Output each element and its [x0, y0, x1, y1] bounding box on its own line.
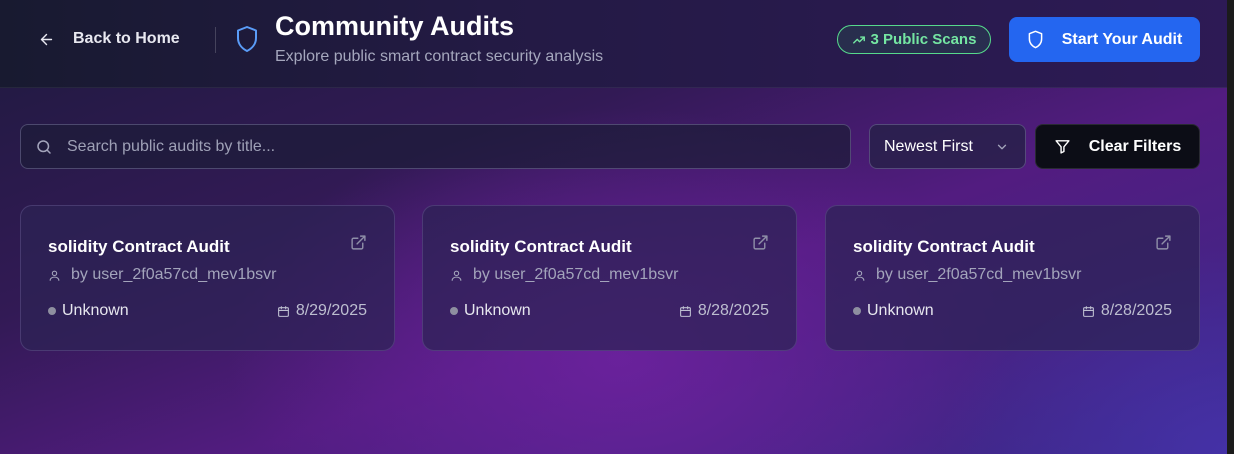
audit-card-author-text: by user_2f0a57cd_mev1bsvr: [71, 266, 277, 283]
audit-card-date-text: 8/28/2025: [1100, 302, 1172, 319]
calendar-icon: [277, 305, 289, 317]
audit-card-title: solidity Contract Audit: [853, 237, 1035, 256]
status-badge: Unknown: [853, 302, 934, 320]
sort-selected-value: Newest First: [884, 137, 973, 155]
external-link-icon[interactable]: [1155, 234, 1172, 251]
audit-card-title: solidity Contract Audit: [48, 237, 230, 256]
back-to-home-label: Back to Home: [73, 30, 180, 47]
audit-card-author: by user_2f0a57cd_mev1bsvr: [450, 266, 678, 284]
status-dot: [450, 307, 458, 315]
audit-card[interactable]: solidity Contract Audit by user_2f0a57cd…: [422, 205, 797, 351]
status-dot: [48, 307, 56, 315]
public-scans-count: 3 Public Scans: [870, 31, 977, 48]
status-dot: [853, 307, 861, 315]
window-edge: [1227, 0, 1234, 454]
external-link-icon[interactable]: [752, 234, 769, 251]
search-input[interactable]: [67, 137, 807, 156]
calendar-icon: [679, 305, 691, 317]
status-badge: Unknown: [450, 302, 531, 320]
chevron-down-icon: [997, 144, 1007, 149]
public-scans-badge: 3 Public Scans: [837, 25, 991, 54]
back-to-home-link[interactable]: Back to Home: [38, 26, 180, 52]
arrow-left-icon: [40, 33, 53, 45]
audit-card-author: by user_2f0a57cd_mev1bsvr: [48, 266, 276, 284]
audit-card[interactable]: solidity Contract Audit by user_2f0a57cd…: [825, 205, 1200, 351]
audit-card-author: by user_2f0a57cd_mev1bsvr: [853, 266, 1081, 284]
start-audit-button[interactable]: Start Your Audit: [1009, 17, 1200, 62]
status-badge: Unknown: [48, 302, 129, 320]
status-text: Unknown: [62, 302, 129, 319]
audit-card[interactable]: solidity Contract Audit by user_2f0a57cd…: [20, 205, 395, 351]
filter-icon: [1055, 140, 1070, 154]
start-audit-label: Start Your Audit: [1061, 30, 1183, 48]
audit-card-date-text: 8/28/2025: [697, 302, 769, 319]
clear-filters-button[interactable]: Clear Filters: [1035, 124, 1200, 169]
user-icon: [854, 270, 865, 281]
audit-card-date: 8/29/2025: [277, 302, 367, 320]
shield-icon: [237, 26, 257, 52]
page-header: Back to Home Community Audits Explore pu…: [0, 0, 1227, 88]
audit-card-title: solidity Contract Audit: [450, 237, 632, 256]
page-title: Community Audits: [275, 11, 514, 41]
audit-card-date: 8/28/2025: [679, 302, 769, 320]
external-link-icon[interactable]: [350, 234, 367, 251]
audit-card-author-text: by user_2f0a57cd_mev1bsvr: [876, 266, 1082, 283]
status-text: Unknown: [867, 302, 934, 319]
search-bar[interactable]: [20, 124, 851, 169]
calendar-icon: [1082, 305, 1094, 317]
search-icon: [37, 139, 51, 154]
clear-filters-label: Clear Filters: [1088, 137, 1182, 155]
audit-card-date: 8/28/2025: [1082, 302, 1172, 320]
audit-card-author-text: by user_2f0a57cd_mev1bsvr: [473, 266, 679, 283]
trending-up-icon: [852, 35, 865, 44]
shield-icon: [1028, 30, 1043, 49]
status-text: Unknown: [464, 302, 531, 319]
user-icon: [49, 270, 60, 281]
sort-dropdown[interactable]: Newest First: [869, 124, 1026, 169]
user-icon: [451, 270, 462, 281]
audit-card-date-text: 8/29/2025: [295, 302, 367, 319]
header-divider: [215, 27, 216, 53]
page-subtitle: Explore public smart contract security a…: [275, 48, 604, 65]
